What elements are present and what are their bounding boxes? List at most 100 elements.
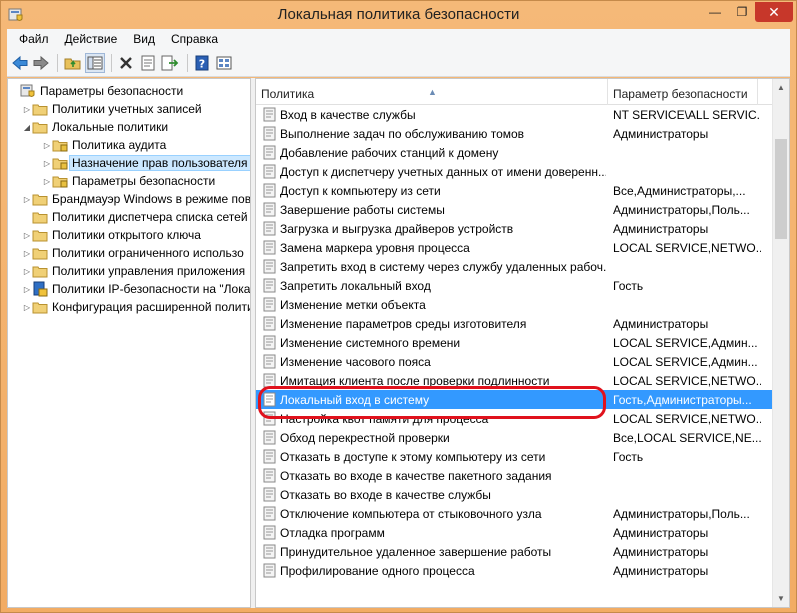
tree-item-label: Конфигурация расширенной полити [52, 300, 251, 314]
tree-item[interactable]: ▷ Назначение прав пользователя [42, 154, 250, 172]
menu-action[interactable]: Действие [57, 29, 126, 49]
tree-item-label: Политики открытого ключа [52, 228, 201, 242]
expand-arrow-icon[interactable]: ▷ [22, 285, 32, 294]
policy-icon [263, 411, 276, 426]
column-header-policy[interactable]: Политика ▲ [256, 79, 608, 105]
table-row[interactable]: Изменение часового пояса LOCAL SERVICE,Ад… [256, 352, 772, 371]
table-row[interactable]: Отказать во входе в качестве пакетного з… [256, 466, 772, 485]
policy-icon [263, 202, 276, 217]
policy-name: Загрузка и выгрузка драйверов устройств [280, 221, 514, 236]
delete-button[interactable] [116, 53, 136, 73]
expand-arrow-icon[interactable]: ▷ [42, 159, 52, 168]
table-row[interactable]: Изменение системного времени LOCAL SERVIC… [256, 333, 772, 352]
policy-icon [263, 316, 276, 331]
view-button[interactable] [214, 53, 234, 73]
tree-item[interactable]: ▷ Политики IP-безопасности на "Лока [22, 280, 250, 298]
folder-up-icon [64, 58, 81, 70]
folder-icon [52, 158, 68, 170]
expand-arrow-icon[interactable]: ▷ [22, 231, 32, 240]
column-header-setting[interactable]: Параметр безопасности [608, 79, 758, 105]
close-button[interactable]: ✕ [755, 2, 793, 22]
table-row[interactable]: Настройка квот памяти для процесса LOCAL … [256, 409, 772, 428]
tree-item[interactable]: Параметры безопасности [10, 82, 183, 100]
table-row[interactable]: Доступ к диспетчеру учетных данных от им… [256, 162, 772, 181]
up-level-button[interactable] [63, 53, 83, 73]
export-list-button[interactable] [160, 53, 180, 73]
tree-item-label: Политики диспетчера списка сетей [52, 210, 248, 224]
policy-setting: Администраторы [613, 563, 709, 578]
table-row[interactable]: Имитация клиента после проверки подлинно… [256, 371, 772, 390]
table-row[interactable]: Вход в качестве службы NT SERVICE\ALL SER… [256, 105, 772, 124]
table-row[interactable]: Выполнение задач по обслуживанию томов Ад… [256, 124, 772, 143]
table-row[interactable]: Доступ к компьютеру из сети Все,Администр… [256, 181, 772, 200]
table-row[interactable]: Загрузка и выгрузка драйверов устройств А… [256, 219, 772, 238]
expand-arrow-icon[interactable]: ▷ [22, 105, 32, 114]
folder-icon [52, 140, 68, 152]
policy-icon [263, 164, 276, 179]
help-button[interactable]: ? [192, 53, 212, 73]
tree-item[interactable]: ◢ Локальные политики [22, 118, 168, 136]
show-tree-button[interactable] [85, 53, 105, 73]
table-row[interactable]: Изменение параметров среды изготовителя А… [256, 314, 772, 333]
expand-arrow-icon[interactable]: ▷ [22, 267, 32, 276]
policy-name: Изменение метки объекта [280, 297, 426, 312]
scroll-thumb[interactable] [775, 139, 787, 239]
tree-item[interactable]: Политики диспетчера списка сетей [22, 208, 248, 226]
table-row[interactable]: Замена маркера уровня процесса LOCAL SERV… [256, 238, 772, 257]
tree-item[interactable]: ▷ Политики учетных записей [22, 100, 202, 118]
back-button[interactable] [10, 53, 30, 73]
policy-setting: Гость [613, 449, 644, 464]
console-tree[interactable]: Параметры безопасности ▷ Политики учетных … [7, 78, 251, 608]
policy-icon [263, 544, 276, 559]
collapse-arrow-icon[interactable]: ◢ [22, 123, 32, 132]
tree-item[interactable]: ▷ Политики управления приложения [22, 262, 245, 280]
expand-arrow-icon[interactable]: ▷ [42, 141, 52, 150]
menu-help[interactable]: Справка [163, 29, 226, 49]
table-row[interactable]: Отказать в доступе к этому компьютеру из… [256, 447, 772, 466]
maximize-button[interactable]: ❐ [729, 2, 755, 22]
menu-bar: Файл Действие Вид Справка [7, 29, 790, 49]
policy-icon [263, 506, 276, 521]
properties-button[interactable] [138, 53, 158, 73]
table-row[interactable]: Отладка программ Администраторы [256, 523, 772, 542]
expand-arrow-icon[interactable]: ▷ [22, 303, 32, 312]
table-row[interactable]: Изменение метки объекта [256, 295, 772, 314]
table-row[interactable]: Запретить локальный вход Гость [256, 276, 772, 295]
policy-list[interactable]: Политика ▲ Параметр безопасности Вход в … [255, 78, 790, 608]
vertical-scrollbar[interactable]: ▲ ▼ [772, 79, 789, 607]
policy-icon [263, 563, 276, 578]
table-row[interactable]: Отключение компьютера от стыковочного уз… [256, 504, 772, 523]
tree-item[interactable]: ▷ Конфигурация расширенной полити [22, 298, 251, 316]
tree-item[interactable]: ▷ Политики открытого ключа [22, 226, 201, 244]
tree-item-label: Параметры безопасности [40, 84, 184, 98]
folder-icon [32, 248, 48, 260]
scroll-up-icon[interactable]: ▲ [773, 79, 789, 96]
table-row[interactable]: Обход перекрестной проверки Все,LOCAL SER… [256, 428, 772, 447]
tree-item[interactable]: ▷ Политики ограниченного использо [22, 244, 244, 262]
tree-item[interactable]: ▷ Брандмауэр Windows в режиме пов [22, 190, 250, 208]
table-row[interactable]: Завершение работы системы Администраторы,… [256, 200, 772, 219]
menu-view[interactable]: Вид [125, 29, 163, 49]
title-bar[interactable]: Локальная политика безопасности — ❐ ✕ [1, 1, 796, 29]
expand-arrow-icon[interactable]: ▷ [22, 195, 32, 204]
forward-button[interactable] [31, 53, 51, 73]
policy-name: Настройка квот памяти для процесса [280, 411, 489, 426]
policy-icon [263, 183, 276, 198]
expand-arrow-icon[interactable]: ▷ [42, 177, 52, 186]
table-row[interactable]: Профилирование одного процесса Администра… [256, 561, 772, 580]
table-row[interactable]: Добавление рабочих станций к домену [256, 143, 772, 162]
policy-name: Замена маркера уровня процесса [280, 240, 470, 255]
minimize-button[interactable]: — [701, 2, 729, 22]
menu-file[interactable]: Файл [11, 29, 57, 49]
table-row[interactable]: Принудительное удаленное завершение рабо… [256, 542, 772, 561]
policy-setting: Все,Администраторы,... [613, 183, 746, 198]
tree-item-label: Политики управления приложения [52, 264, 246, 278]
policy-name: Отказать в доступе к этому компьютеру из… [280, 449, 546, 464]
table-row[interactable]: Запретить вход в систему через службу уд… [256, 257, 772, 276]
table-row[interactable]: Локальный вход в систему Гость,Администра… [256, 390, 772, 409]
tree-item[interactable]: ▷ Параметры безопасности [42, 172, 215, 190]
scroll-down-icon[interactable]: ▼ [773, 590, 789, 607]
tree-item[interactable]: ▷ Политика аудита [42, 136, 166, 154]
expand-arrow-icon[interactable]: ▷ [22, 249, 32, 258]
table-row[interactable]: Отказать во входе в качестве службы [256, 485, 772, 504]
